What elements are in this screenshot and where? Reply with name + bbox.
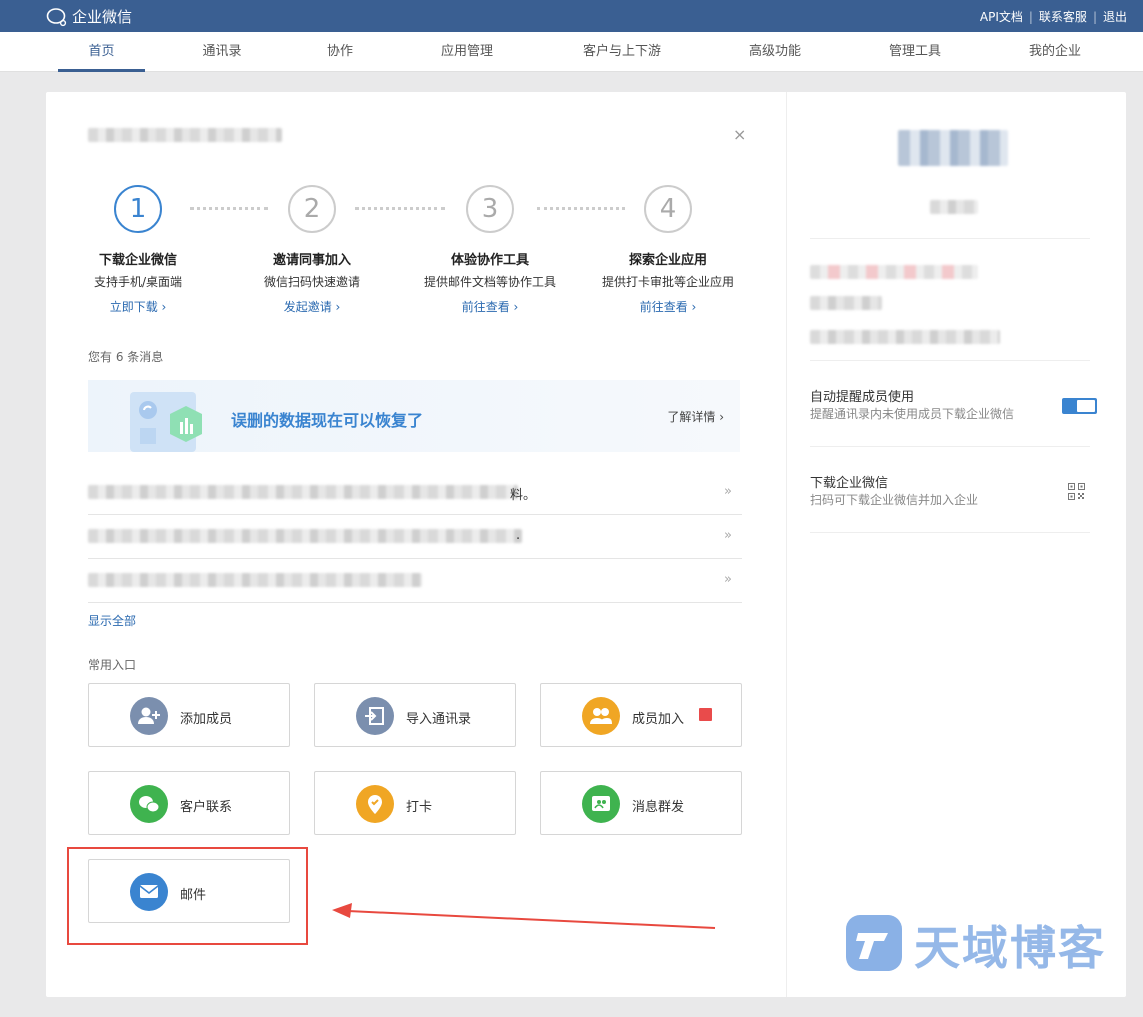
view-collab-link[interactable]: 前往查看 › — [410, 298, 570, 315]
tab-advanced[interactable]: 高级功能 — [735, 32, 815, 72]
auto-remind-desc: 提醒通讯录内未使用成员下载企业微信 — [810, 407, 1015, 421]
watermark: 天域博客 — [844, 912, 1106, 978]
add-member-button[interactable]: 添加成员 — [88, 683, 290, 747]
watermark-text: 天域博客 — [914, 921, 1106, 975]
restore-banner[interactable]: 误删的数据现在可以恢复了 了解详情 › — [88, 380, 740, 452]
annotation-arrow-icon — [332, 903, 716, 929]
support-link[interactable]: 联系客服 — [1039, 8, 1087, 25]
divider — [810, 360, 1090, 361]
tab-my-enterprise[interactable]: 我的企业 — [1015, 32, 1095, 72]
step-4-circle: 4 — [644, 185, 692, 233]
banner-illustration-icon — [128, 392, 202, 452]
shortcuts-section-title: 常用入口 — [88, 658, 137, 672]
step-1-desc: 支持手机/桌面端 — [93, 275, 183, 289]
tab-contacts[interactable]: 通讯录 — [182, 32, 262, 72]
message-count: 您有 6 条消息 — [88, 350, 164, 364]
send-invite-link[interactable]: 发起邀请 › — [232, 298, 392, 315]
enterprise-info-blurred — [810, 265, 978, 283]
learn-more-link[interactable]: 了解详情 › — [667, 408, 724, 425]
tile-label: 打卡 — [406, 800, 433, 815]
highlight-box — [67, 847, 308, 945]
customer-contact-button[interactable]: 客户联系 — [88, 771, 290, 835]
close-icon[interactable]: × — [733, 125, 746, 144]
double-chevron-icon: » — [724, 528, 732, 543]
step-2-circle: 2 — [288, 185, 336, 233]
banner-title: 误删的数据现在可以恢复了 — [231, 411, 424, 430]
step-connector — [190, 207, 268, 211]
step-connector — [537, 207, 625, 211]
step-3-title: 体验协作工具 — [450, 253, 529, 268]
show-all-link[interactable]: 显示全部 — [88, 612, 136, 629]
tab-home[interactable]: 首页 — [58, 32, 145, 72]
view-apps-link[interactable]: 前往查看 › — [588, 298, 748, 315]
import-contacts-button[interactable]: 导入通讯录 — [314, 683, 516, 747]
members-icon — [582, 697, 620, 735]
watermark-logo-icon — [844, 913, 904, 977]
wechat-work-logo-icon — [46, 7, 68, 27]
separator: | — [1028, 9, 1033, 24]
enterprise-name-blurred — [930, 200, 978, 218]
message-row[interactable]: 料。 » — [88, 471, 742, 515]
step-2-desc: 微信扫码快速邀请 — [263, 275, 360, 289]
tab-admin-tools[interactable]: 管理工具 — [875, 32, 955, 72]
divider — [810, 532, 1090, 533]
tab-customers[interactable]: 客户与上下游 — [570, 32, 674, 72]
broadcast-icon — [582, 785, 620, 823]
message-row-tail: 料。 — [510, 488, 537, 503]
auto-remind-title: 自动提醒成员使用 — [810, 390, 915, 405]
step-4-title: 探索企业应用 — [628, 253, 707, 268]
double-chevron-icon: » — [724, 484, 732, 499]
tile-label: 成员加入 — [632, 712, 685, 727]
divider — [810, 238, 1090, 239]
download-now-link[interactable]: 立即下载 › — [58, 298, 218, 315]
tab-collaboration[interactable]: 协作 — [305, 32, 375, 72]
app-title: 企业微信 — [72, 8, 133, 26]
step-2-title: 邀请同事加入 — [272, 253, 351, 268]
message-row[interactable]: . » — [88, 515, 742, 559]
step-3-circle: 3 — [466, 185, 514, 233]
notification-badge — [699, 708, 712, 721]
tab-app-management[interactable]: 应用管理 — [425, 32, 509, 72]
logout-link[interactable]: 退出 — [1103, 8, 1127, 25]
vertical-divider — [786, 92, 787, 997]
step-connector — [355, 207, 445, 211]
auto-remind-toggle[interactable] — [1062, 398, 1097, 414]
location-pin-icon — [356, 785, 394, 823]
tile-label: 添加成员 — [180, 712, 233, 727]
wechat-icon — [130, 785, 168, 823]
enterprise-info-blurred — [810, 330, 1000, 348]
step-3-desc: 提供邮件文档等协作工具 — [423, 275, 556, 289]
tile-label: 导入通讯录 — [406, 712, 472, 727]
import-icon — [356, 697, 394, 735]
qr-code-icon[interactable] — [1068, 483, 1085, 504]
message-row[interactable]: » — [88, 559, 742, 603]
member-join-button[interactable]: 成员加入 — [540, 683, 742, 747]
add-user-icon — [130, 697, 168, 735]
app-logo[interactable]: 企业微信 — [46, 6, 132, 27]
enterprise-logo-blurred — [898, 130, 1008, 170]
download-app-title: 下载企业微信 — [810, 476, 889, 491]
tile-label: 消息群发 — [632, 800, 685, 815]
step-1-circle: 1 — [114, 185, 162, 233]
api-docs-link[interactable]: API文档 — [980, 8, 1023, 25]
download-app-desc: 扫码可下载企业微信并加入企业 — [810, 493, 979, 507]
main-nav: 首页 通讯录 协作 应用管理 客户与上下游 高级功能 管理工具 我的企业 — [0, 32, 1143, 72]
broadcast-button[interactable]: 消息群发 — [540, 771, 742, 835]
message-row-tail: . — [516, 528, 521, 543]
step-1-title: 下载企业微信 — [98, 253, 177, 268]
greeting-blurred — [88, 128, 282, 146]
check-in-button[interactable]: 打卡 — [314, 771, 516, 835]
divider — [810, 446, 1090, 447]
double-chevron-icon: » — [724, 572, 732, 587]
enterprise-info-blurred — [810, 296, 882, 314]
step-4-desc: 提供打卡审批等企业应用 — [601, 275, 734, 289]
tile-label: 客户联系 — [180, 800, 233, 815]
top-bar: 企业微信 API文档 | 联系客服 | 退出 — [0, 0, 1143, 32]
separator: | — [1092, 9, 1097, 24]
